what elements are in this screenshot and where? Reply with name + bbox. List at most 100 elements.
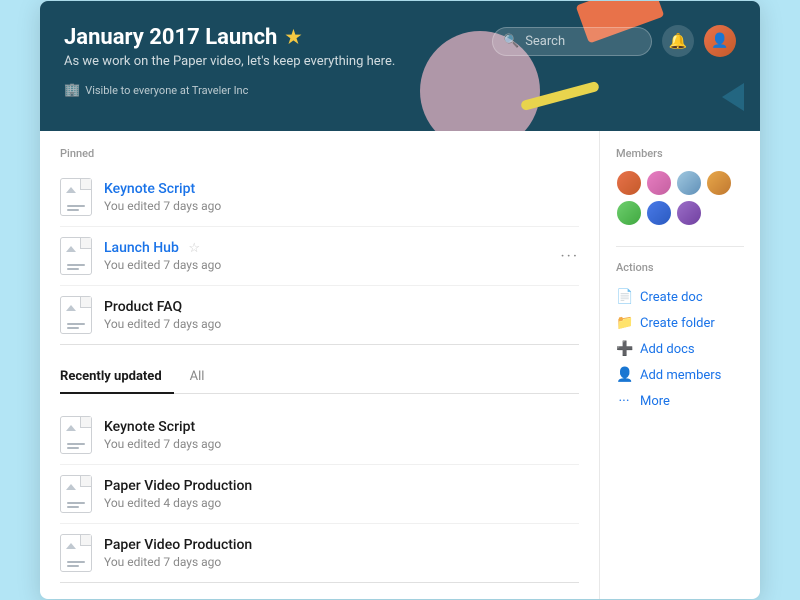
pinned-item-1: Keynote Script You edited 7 days ago [60,168,579,227]
title-area: January 2017 Launch ★ As we work on the … [64,25,395,98]
main-window: January 2017 Launch ★ As we work on the … [40,1,760,599]
member-avatar-7[interactable] [676,200,702,226]
member-avatar-6[interactable] [646,200,672,226]
tab-all[interactable]: All [190,363,217,393]
doc-image-icon [66,543,76,549]
doc-name[interactable]: Launch Hub ☆ [104,240,579,256]
recent-item-2: Paper Video Production You edited 4 days… [60,465,579,524]
visibility-label: 🏢 Visible to everyone at Traveler Inc [64,83,395,98]
doc-image-icon [66,305,76,311]
add-docs-action[interactable]: ➕ Add docs [616,336,744,362]
recent-item-3: Paper Video Production You edited 7 days… [60,524,579,583]
doc-lines [67,205,85,211]
doc-line [67,443,85,445]
doc-meta: You edited 7 days ago [104,199,579,213]
doc-line [67,264,85,266]
doc-name[interactable]: Paper Video Production [104,478,579,494]
doc-line-short [67,327,79,329]
main-content: Pinned Keynote Script You edited 7 days … [40,131,600,599]
add-members-label: Add members [640,368,721,383]
doc-meta: You edited 7 days ago [104,555,579,569]
page-subtitle: As we work on the Paper video, let's kee… [64,54,395,69]
add-docs-icon: ➕ [616,341,632,357]
doc-info: Keynote Script You edited 7 days ago [104,181,579,213]
doc-line-short [67,209,79,211]
visibility-icon: 🏢 [64,83,80,98]
doc-icon [60,534,92,572]
recent-list: Keynote Script You edited 7 days ago Pap… [60,406,579,583]
doc-image-icon [66,484,76,490]
create-doc-action[interactable]: 📄 Create doc [616,284,744,310]
doc-line-short [67,268,79,270]
actions-label: Actions [616,261,744,274]
doc-info: Product FAQ You edited 7 days ago [104,299,579,331]
search-icon: 🔍 [503,34,519,49]
create-folder-action[interactable]: 📁 Create folder [616,310,744,336]
doc-name[interactable]: Paper Video Production [104,537,579,553]
pinned-label: Pinned [60,147,579,160]
doc-info: Launch Hub ☆ You edited 7 days ago [104,240,579,272]
add-members-icon: 👤 [616,367,632,383]
doc-lines [67,502,85,508]
search-label: Search [525,34,565,49]
doc-line [67,323,85,325]
doc-icon [60,475,92,513]
divider [616,246,744,247]
members-label: Members [616,147,744,160]
add-members-action[interactable]: 👤 Add members [616,362,744,388]
star-icon[interactable]: ★ [285,27,301,48]
doc-image-icon [66,425,76,431]
add-docs-label: Add docs [640,342,695,357]
notifications-button[interactable]: 🔔 [662,25,694,57]
doc-line-short [67,565,79,567]
doc-line-short [67,506,79,508]
doc-info: Paper Video Production You edited 4 days… [104,478,579,510]
doc-lines [67,323,85,329]
member-avatar-4[interactable] [706,170,732,196]
create-folder-icon: 📁 [616,315,632,331]
more-label: More [640,394,670,409]
member-avatar-5[interactable] [616,200,642,226]
doc-meta: You edited 4 days ago [104,496,579,510]
doc-image-icon [66,187,76,193]
page-title: January 2017 Launch ★ [64,25,395,50]
create-folder-label: Create folder [640,316,715,331]
pinned-list: Keynote Script You edited 7 days ago Lau… [60,168,579,345]
search-box[interactable]: 🔍 Search [492,27,652,56]
create-doc-icon: 📄 [616,289,632,305]
doc-icon [60,237,92,275]
tab-recently-updated[interactable]: Recently updated [60,363,174,394]
doc-icon [60,296,92,334]
tabs-row: Recently updated All [60,363,579,394]
doc-lines [67,443,85,449]
recent-item-1: Keynote Script You edited 7 days ago [60,406,579,465]
member-avatar-2[interactable] [646,170,672,196]
doc-meta: You edited 7 days ago [104,258,579,272]
title-text: January 2017 Launch [64,25,277,50]
more-icon: ··· [616,393,632,409]
doc-name[interactable]: Keynote Script [104,419,579,435]
pinned-item-3: Product FAQ You edited 7 days ago [60,286,579,345]
members-row [616,170,744,226]
doc-meta: You edited 7 days ago [104,437,579,451]
doc-name[interactable]: Keynote Script [104,181,579,197]
create-doc-label: Create doc [640,290,703,305]
doc-line [67,561,85,563]
doc-icon [60,178,92,216]
doc-star-icon[interactable]: ☆ [188,241,200,256]
doc-more-button[interactable]: ··· [560,247,579,266]
header-top: January 2017 Launch ★ As we work on the … [64,25,736,98]
doc-info: Keynote Script You edited 7 days ago [104,419,579,451]
header: January 2017 Launch ★ As we work on the … [40,1,760,131]
user-avatar[interactable]: 👤 [704,25,736,57]
doc-name[interactable]: Product FAQ [104,299,579,315]
member-avatar-1[interactable] [616,170,642,196]
doc-lines [67,561,85,567]
doc-lines [67,264,85,270]
sidebar: Members Actions 📄 Create doc 📁 Create fo… [600,131,760,599]
header-controls: 🔍 Search 🔔 👤 [492,25,736,57]
doc-icon [60,416,92,454]
member-avatar-3[interactable] [676,170,702,196]
doc-info: Paper Video Production You edited 7 days… [104,537,579,569]
more-action[interactable]: ··· More [616,388,744,414]
